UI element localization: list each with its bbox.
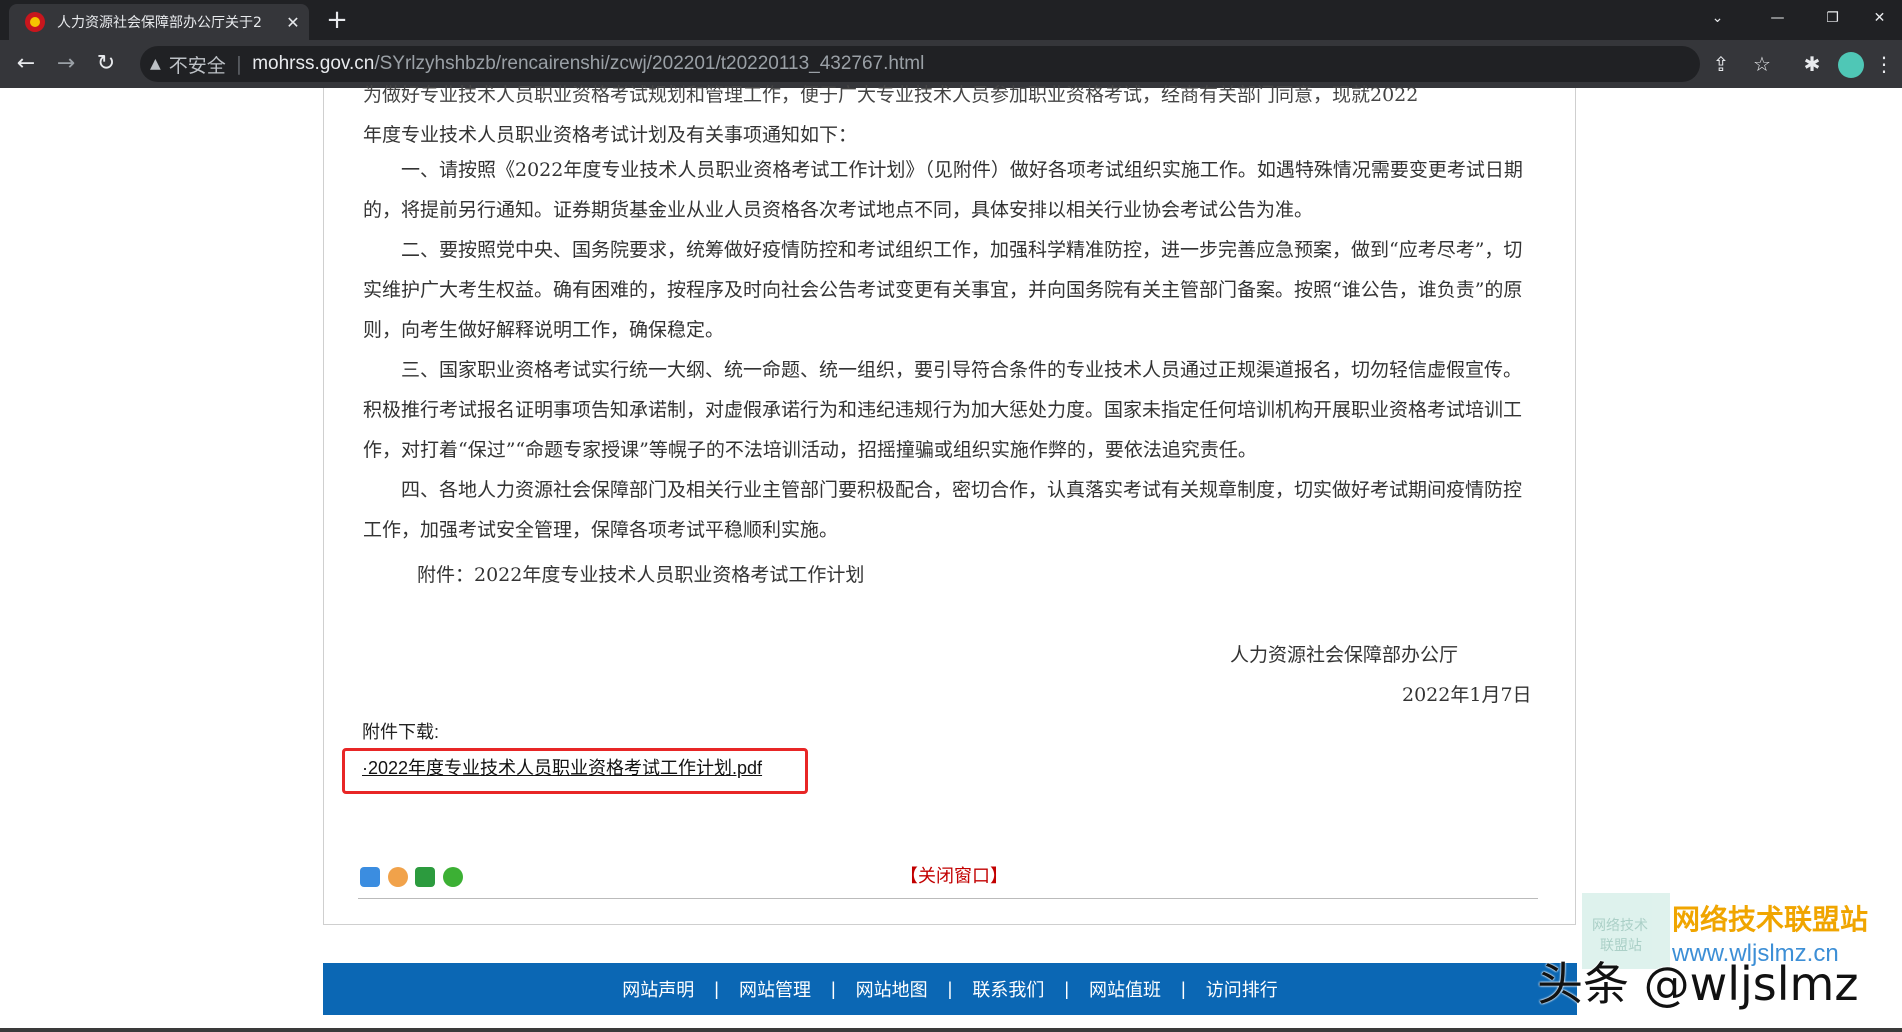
footer-separator: |: [830, 978, 836, 999]
wechat-icon[interactable]: [443, 867, 463, 887]
tab-close-icon[interactable]: ✕: [283, 13, 303, 32]
footer-link-contact[interactable]: 联系我们: [972, 976, 1044, 1002]
footer-links: 网站声明 | 网站管理 | 网站地图 | 联系我们 | 网站值班 | 访问排行: [323, 963, 1577, 1015]
paragraph-4: 四、各地人力资源社会保障部门及相关行业主管部门要积极配合，密切合作，认真落实考试…: [363, 479, 1523, 541]
profile-avatar[interactable]: [1838, 52, 1864, 78]
minimize-button[interactable]: —: [1750, 0, 1805, 36]
footer-separator: |: [1064, 978, 1070, 999]
url-host[interactable]: mohrss.gov.cn: [252, 53, 374, 75]
back-icon[interactable]: ←: [10, 48, 42, 80]
intro-tail: 年度专业技术人员职业资格考试计划及有关事项通知如下：: [363, 124, 858, 146]
attachment-note: 附件：2022年度专业技术人员职业资格考试工作计划: [417, 564, 865, 586]
paragraph-2: 二、要按照党中央、国务院要求，统筹做好疫情防控和考试组织工作，加强科学精准防控，…: [363, 239, 1523, 341]
site-emblem-icon: [25, 12, 45, 32]
tab-strip: 人力资源社会保障部办公厅关于2 ✕ + ⌄ — ❐ ✕: [0, 0, 1902, 40]
close-window-link[interactable]: 【关闭窗口】: [900, 862, 1008, 888]
douban-icon[interactable]: [415, 867, 435, 887]
qzone-icon[interactable]: [360, 867, 380, 887]
extensions-icon[interactable]: ✱: [1796, 48, 1828, 80]
menu-icon[interactable]: ⋮: [1872, 48, 1896, 80]
watermark-logo-line1: 网络技术: [1592, 918, 1648, 934]
address-divider: |: [235, 53, 243, 75]
security-label[interactable]: 不安全: [169, 51, 226, 78]
share-icon[interactable]: ⇪: [1705, 48, 1737, 80]
footer-link-management[interactable]: 网站管理: [739, 976, 811, 1002]
tab-search-icon[interactable]: ⌄: [1690, 0, 1745, 36]
divider: [358, 898, 1538, 899]
tab-title: 人力资源社会保障部办公厅关于2: [57, 15, 262, 31]
signature: 人力资源社会保障部办公厅: [1230, 644, 1459, 666]
url-path[interactable]: /SYrlzyhshbzb/rencairenshi/zcwj/202201/t…: [374, 53, 924, 75]
paragraph-3: 三、国家职业资格考试实行统一大纲、统一命题、统一组织，要引导符合条件的专业技术人…: [363, 359, 1523, 461]
weibo-icon[interactable]: [388, 867, 408, 887]
download-label: 附件下载:: [362, 722, 440, 742]
footer-separator: |: [714, 978, 719, 999]
new-tab-button[interactable]: +: [320, 6, 354, 34]
footer-link-ranking[interactable]: 访问排行: [1206, 976, 1278, 1002]
attachment-download-link[interactable]: ·2022年度专业技术人员职业资格考试工作计划.pdf: [362, 754, 762, 780]
site-footer: 网站声明 | 网站管理 | 网站地图 | 联系我们 | 网站值班 | 访问排行: [323, 963, 1577, 1015]
forward-icon[interactable]: →: [50, 48, 82, 80]
reload-icon[interactable]: ↻: [90, 48, 122, 80]
bookmark-star-icon[interactable]: ☆: [1746, 48, 1778, 80]
bottom-strip: [0, 1028, 1902, 1032]
browser-tab[interactable]: 人力资源社会保障部办公厅关于2 ✕: [9, 4, 309, 40]
footer-separator: |: [1181, 978, 1186, 999]
close-window-button[interactable]: ✕: [1852, 0, 1902, 36]
watermark-handle: 头条 @wljslmz: [1537, 957, 1859, 1011]
footer-link-statement[interactable]: 网站声明: [622, 976, 694, 1002]
footer-link-sitemap[interactable]: 网站地图: [856, 976, 928, 1002]
address-bar[interactable]: ▲ 不安全 | mohrss.gov.cn /SYrlzyhshbzb/renc…: [140, 46, 1700, 82]
footer-separator: |: [947, 978, 953, 999]
document-date: 2022年1月7日: [1402, 684, 1532, 706]
footer-link-duty[interactable]: 网站值班: [1089, 976, 1161, 1002]
paragraph-1: 一、请按照《2022年度专业技术人员职业资格考试工作计划》（见附件）做好各项考试…: [363, 159, 1523, 221]
clipped-intro-line: 为做好专业技术人员职业资格考试规划和管理工作，便于广大专业技术人员参加职业资格考…: [363, 84, 1419, 106]
warning-icon[interactable]: ▲: [150, 56, 161, 72]
watermark-name: 网络技术联盟站: [1672, 903, 1869, 936]
